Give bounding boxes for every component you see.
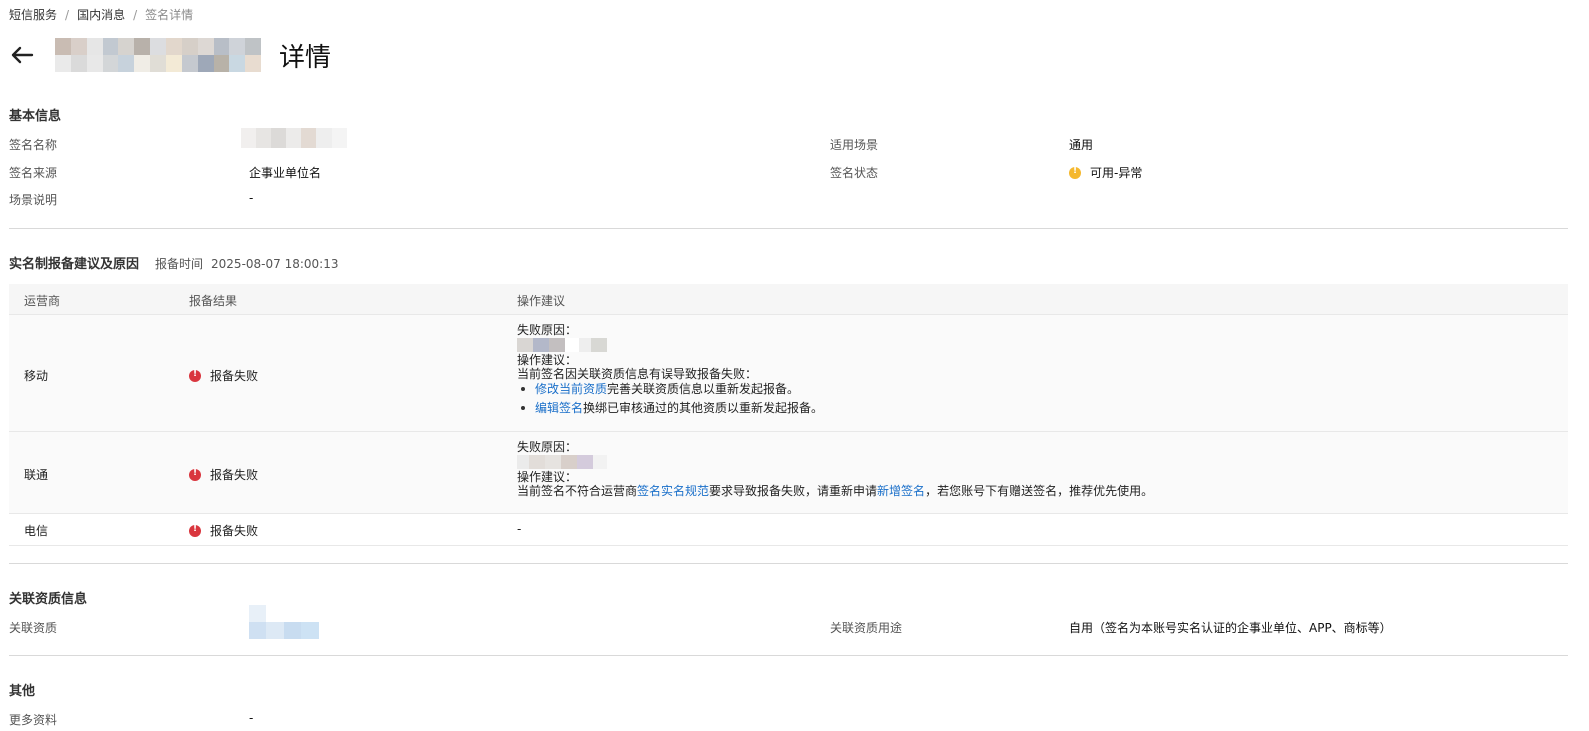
breadcrumb-separator: /	[65, 7, 70, 22]
advice-text-part: 当前签名不符合运营商	[517, 484, 638, 498]
source-value: 企事业单位名	[249, 166, 322, 180]
error-circle-icon	[189, 524, 201, 537]
redacted-signature-name	[55, 38, 277, 72]
table-row: 联通 报备失败 失败原因： 操作建议： 当前签名不符合运营商签名实名规范要求导致…	[9, 432, 1568, 514]
result-text: 报备失败	[210, 524, 259, 538]
breadcrumb-item-sms[interactable]: 短信服务	[9, 6, 57, 23]
report-time-label: 报备时间	[155, 257, 204, 271]
column-header-result: 报备结果	[189, 294, 238, 308]
advice-text-part: 要求导致报备失败，请重新申请	[709, 484, 878, 498]
advice-text-part: ，若您账号下有赠送签名，推荐优先使用。	[925, 484, 1154, 498]
breadcrumb-item-domestic[interactable]: 国内消息	[77, 6, 125, 23]
modify-qualification-link[interactable]: 修改当前资质	[535, 382, 607, 396]
column-header-operator: 运营商	[24, 294, 61, 308]
operator-cell: 联通	[24, 468, 49, 482]
redacted-sign-name	[241, 128, 347, 148]
signature-rules-link[interactable]: 签名实名规范	[637, 484, 709, 498]
section-title-other: 其他	[9, 684, 36, 699]
report-title: 实名制报备建议及原因	[9, 257, 140, 272]
advice-label: 操作建议：	[517, 353, 578, 367]
add-signature-link[interactable]: 新增签名	[877, 484, 925, 498]
divider	[9, 563, 1568, 564]
report-table: 运营商 报备结果 操作建议 移动 报备失败 失败原因： 操作建议： 当前签名因关…	[9, 284, 1568, 546]
error-circle-icon	[189, 369, 201, 382]
report-time-value: 2025-08-07 18:00:13	[211, 257, 339, 271]
usage-label: 关联资质用途	[830, 621, 903, 635]
sign-name-label: 签名名称	[9, 138, 58, 152]
more-label: 更多资料	[9, 713, 58, 727]
source-label: 签名来源	[9, 166, 58, 180]
reason-label: 失败原因：	[517, 440, 578, 454]
section-title-report: 实名制报备建议及原因 报备时间 2025-08-07 18:00:13	[9, 253, 338, 272]
desc-value: -	[249, 191, 254, 205]
table-header: 运营商 报备结果 操作建议	[9, 284, 1568, 315]
breadcrumb-current: 签名详情	[145, 8, 194, 22]
result-cell: 报备失败	[189, 522, 258, 539]
error-circle-icon	[189, 468, 201, 481]
advice-text: 当前签名因关联资质信息有误导致报备失败：	[517, 367, 758, 381]
page-header: 详情	[9, 37, 331, 73]
list-item-text: 完善关联资质信息以重新发起报备。	[607, 382, 800, 396]
result-text: 报备失败	[210, 468, 259, 482]
more-value: -	[249, 711, 254, 725]
advice-cell: -	[517, 522, 522, 536]
operator-cell: 电信	[24, 524, 49, 538]
advice-label: 操作建议：	[517, 470, 578, 484]
divider	[9, 655, 1568, 656]
usage-value: 自用（签名为本账号实名认证的企事业单位、APP、商标等）	[1069, 621, 1392, 635]
table-row: 移动 报备失败 失败原因： 操作建议： 当前签名因关联资质信息有误导致报备失败：…	[9, 315, 1568, 432]
reason-label: 失败原因：	[517, 323, 578, 337]
breadcrumb-separator: /	[133, 7, 138, 22]
scene-label: 适用场景	[830, 138, 879, 152]
redacted-qualification-link[interactable]	[249, 605, 319, 639]
desc-label: 场景说明	[9, 193, 58, 207]
advice-list: 修改当前资质完善关联资质信息以重新发起报备。 编辑签名换绑已审核通过的其他资质以…	[517, 381, 823, 416]
redacted-reason	[517, 338, 823, 352]
list-item-text: 换绑已审核通过的其他资质以重新发起报备。	[583, 401, 824, 415]
advice-cell: 失败原因： 操作建议： 当前签名因关联资质信息有误导致报备失败： 修改当前资质完…	[517, 323, 823, 416]
redacted-reason	[517, 455, 1153, 469]
section-title-basic: 基本信息	[9, 109, 62, 124]
table-row: 电信 报备失败 -	[9, 514, 1568, 546]
advice-text: 当前签名不符合运营商签名实名规范要求导致报备失败，请重新申请新增签名，若您账号下…	[517, 484, 1153, 498]
result-cell: 报备失败	[189, 466, 258, 483]
page-title: 详情	[279, 42, 332, 73]
section-title-qualification: 关联资质信息	[9, 592, 88, 607]
status-value: 可用-异常	[1069, 164, 1142, 181]
operator-cell: 移动	[24, 369, 49, 383]
list-item: 编辑签名换绑已审核通过的其他资质以重新发起报备。	[517, 400, 823, 416]
back-arrow-icon[interactable]	[9, 42, 35, 68]
status-label: 签名状态	[830, 166, 879, 180]
warning-circle-icon	[1069, 166, 1081, 179]
qualification-label: 关联资质	[9, 621, 58, 635]
scene-value: 通用	[1069, 138, 1094, 152]
edit-signature-link[interactable]: 编辑签名	[535, 401, 583, 415]
breadcrumb: 短信服务 / 国内消息 / 签名详情	[9, 6, 193, 23]
advice-cell: 失败原因： 操作建议： 当前签名不符合运营商签名实名规范要求导致报备失败，请重新…	[517, 440, 1153, 498]
list-item: 修改当前资质完善关联资质信息以重新发起报备。	[517, 381, 823, 397]
status-text: 可用-异常	[1090, 166, 1143, 180]
result-text: 报备失败	[210, 369, 259, 383]
divider	[9, 228, 1568, 229]
result-cell: 报备失败	[189, 367, 258, 384]
column-header-advice: 操作建议	[517, 294, 566, 308]
